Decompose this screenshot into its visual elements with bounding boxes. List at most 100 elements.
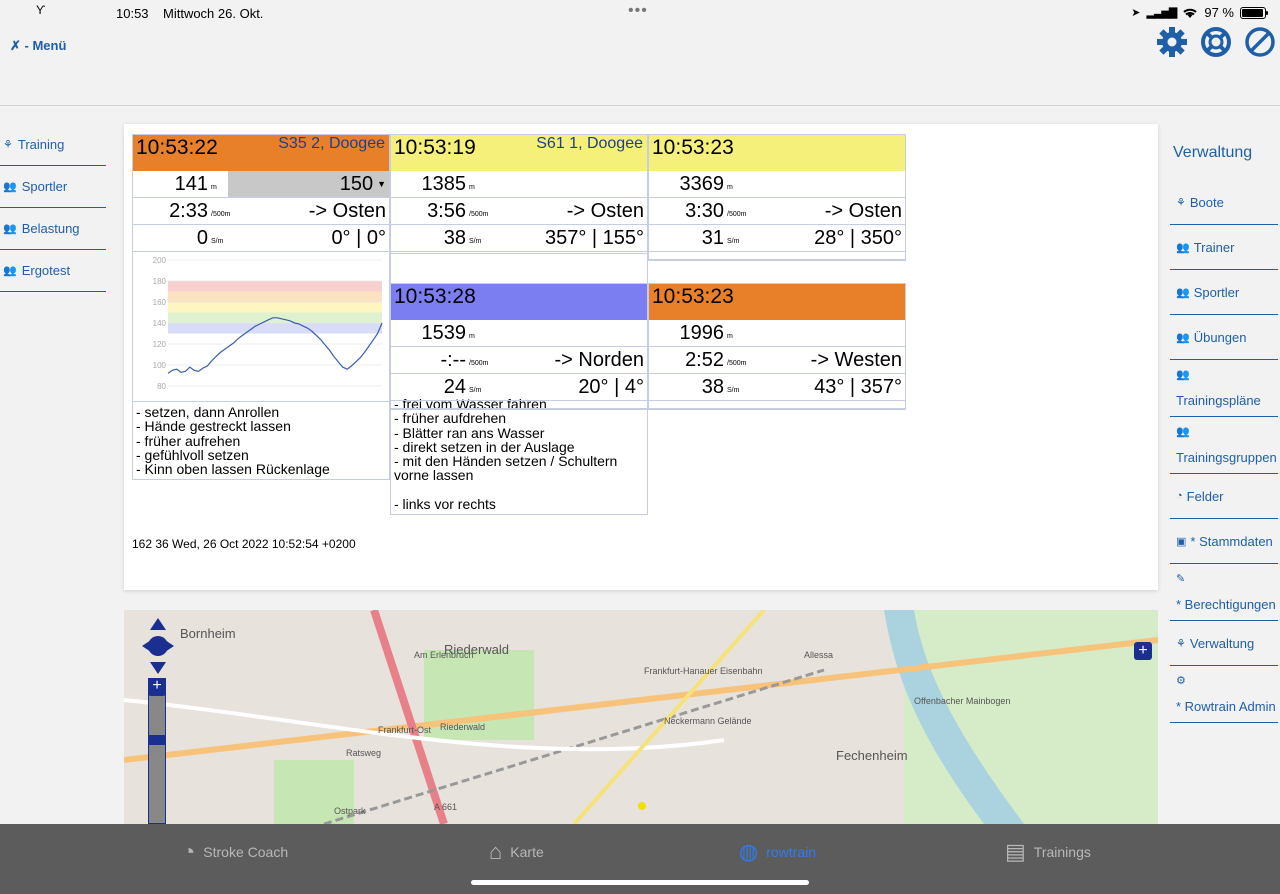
users-icon: 👥 [3,181,17,193]
top-bar: ✗ - Menü [0,26,1280,106]
right-nav-title: Verwaltung [1173,144,1253,161]
zoom-in-button[interactable]: + [148,678,166,696]
rate-row: 38 S/m 357° | 155° [391,225,647,252]
split-value: 2:52 [685,348,724,371]
tab-label: Karte [510,844,544,860]
target-distance[interactable]: 150 ▼ [228,171,389,197]
boats-icon: ⚘ [1176,637,1186,650]
hr-zone [168,281,382,292]
distance-value: 141 [174,172,208,195]
multitask-dots-icon[interactable]: ••• [628,2,648,20]
pan-control[interactable] [140,616,176,681]
heart-rate-chart: 80 100 120 140 160 180 200 [153,256,383,391]
stroke-rate-value: 24 [443,375,466,398]
distance-value: 3369 [679,172,725,195]
stroke-rate-value: 38 [701,375,724,398]
right-nav-item-label: Trainingspläne [1176,393,1261,408]
layer-switcher-button[interactable]: + [1134,642,1152,660]
top-icons [1156,26,1276,58]
right-nav-item-label: * Berechtigungen [1176,597,1276,612]
right-nav-item-trainingspläne[interactable]: 👥 Trainingspläne [1170,360,1278,417]
split-unit: /500m [211,211,231,218]
right-nav-item-label: Felder [1186,488,1224,504]
tab-trainings[interactable]: ▤ Trainings [1005,839,1091,865]
right-nav-item-verwaltung[interactable]: ⚘ Verwaltung [1170,621,1278,666]
home-indicator[interactable] [471,880,809,885]
left-nav-item-ergotest[interactable]: 👥 Ergotest [0,250,106,292]
stroke-rate-unit: S/m [469,387,482,394]
tab-karte[interactable]: ⌂ Karte [489,839,544,865]
right-nav-item-label: Boote [1189,194,1224,210]
boat-time: 10:53:19 [394,136,476,159]
zoom-slider[interactable] [148,678,166,824]
split-value: -:-- [440,348,466,371]
map-label: Fechenheim [836,748,908,763]
direction: -> Osten [308,199,386,222]
boat-marker[interactable] [638,802,646,810]
boat-card-header[interactable]: 10:53:19 S61 1, Doogee [391,135,647,171]
menu-button[interactable]: ✗ - Menü [10,38,66,54]
y-tick-label: 160 [153,298,167,307]
left-nav-item-label: Sportler [21,179,68,194]
boat-card[interactable]: 10:53:23 1996 m 2:52 /500m -> Westen 38 … [648,283,906,410]
dashboard-icon: ◔ [1176,490,1183,502]
right-nav-item-label: Übungen [1193,329,1247,345]
users-icon: 👥 [1176,369,1190,381]
boat-card-header[interactable]: 10:53:23 [649,284,905,320]
boat-card[interactable]: 10:53:23 3369 m 3:30 /500m -> Osten 31 S… [648,134,906,261]
right-nav-item-berechtigungen[interactable]: ✎ * Berechtigungen [1170,564,1278,621]
lifebuoy-icon[interactable] [1200,26,1232,58]
right-nav-item-sportler[interactable]: 👥 Sportler [1170,270,1278,315]
ban-icon[interactable] [1244,26,1276,58]
left-nav-item-sportler[interactable]: 👥 Sportler [0,166,106,208]
right-nav-item-stammdaten[interactable]: ▣ * Stammdaten [1170,519,1278,564]
boat-time: 10:53:23 [652,285,734,308]
users-icon: 👥 [1176,286,1190,299]
signal-icon: ϒ [36,3,46,17]
right-nav-item-trainingsgruppen[interactable]: 👥 Trainingsgruppen [1170,417,1278,474]
left-nav-item-training[interactable]: ⚘ Training [0,124,106,166]
angles: 20° | 4° [578,375,644,398]
distance-row: 3369 m [649,171,905,198]
right-nav-item-rowtrain-admin[interactable]: ⚙ * Rowtrain Admin [1170,666,1278,723]
spacer-row [391,252,647,254]
status-date: Mittwoch 26. Okt. [163,6,264,21]
split-row: 2:33 /500m -> Osten [133,198,389,225]
target-value: 150 [339,172,374,195]
left-nav-item-belastung[interactable]: 👥 Belastung [0,208,106,250]
stroke-rate-value: 0 [196,226,208,249]
users-icon: 👥 [3,265,17,277]
right-nav-item-felder[interactable]: ◔ Felder [1170,474,1278,519]
angles: 28° | 350° [814,226,902,249]
boat-card-header[interactable]: 10:53:28 [391,284,647,320]
right-nav-item-trainer[interactable]: 👥 Trainer [1170,225,1278,270]
map-canvas[interactable] [124,610,1158,824]
tab-stroke-coach[interactable]: ◔ Stroke Coach [182,839,288,865]
spacer-row [649,252,905,260]
boat-card-header[interactable]: 10:53:22 S35 2, Doogee [133,135,389,171]
rate-row: 38 S/m 43° | 357° [649,374,905,401]
split-unit: /500m [727,211,747,218]
map[interactable]: Bornheim Riederwald Frankfurt-Ost Riederwal… [124,610,1158,824]
y-tick-label: 200 [153,256,167,265]
split-row: 3:56 /500m -> Osten [391,198,647,225]
gear-icon[interactable] [1156,26,1188,58]
direction: -> Osten [566,199,644,222]
boat-name: S35 2, Doogee [278,135,385,152]
tab-rowtrain[interactable]: ◍ rowtrain [739,839,816,865]
zoom-level-handle[interactable] [148,735,166,745]
timestamp: 162 36 Wed, 26 Oct 2022 10:52:54 +0200 [132,537,356,551]
boat-card[interactable]: 10:53:28 1539 m -:-- /500m -> Norden 24 … [390,283,648,410]
direction: -> Westen [810,348,902,371]
right-nav-item-übungen[interactable]: 👥 Übungen [1170,315,1278,360]
right-nav: Verwaltung ⚘ Boote 👥 Trainer 👥 Sportler 👥 Übung… [1170,130,1280,723]
map-label: A 661 [434,802,458,812]
collapse-icon: ✗ [10,38,25,53]
left-nav-item-label: Belastung [21,221,80,236]
boat-card-header[interactable]: 10:53:23 [649,135,905,171]
boats-panel: 10:53:22 S35 2, Doogee 141 m 150 ▼ 2:33 /5… [124,124,1158,590]
briefcase-icon: ▣ [1176,535,1187,548]
y-tick-label: 80 [157,382,166,391]
caret-down-icon: ▼ [377,179,386,189]
right-nav-item-boote[interactable]: ⚘ Boote [1170,180,1278,225]
